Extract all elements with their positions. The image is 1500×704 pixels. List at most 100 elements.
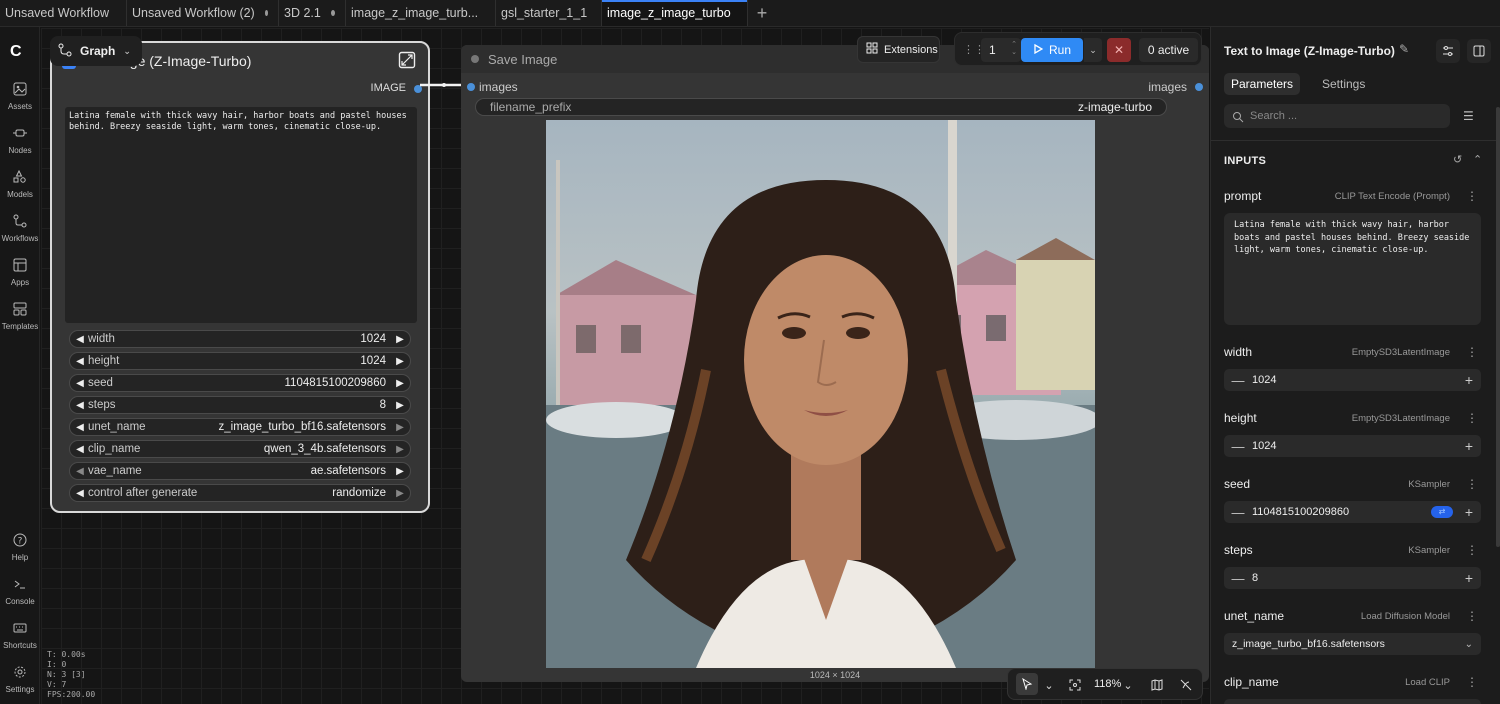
nav-models[interactable]: Models — [0, 168, 40, 199]
nav-console[interactable]: Console — [0, 575, 40, 606]
extensions-button[interactable]: Extensions — [857, 36, 940, 63]
stepper-value[interactable]: 1024 — [1252, 374, 1457, 386]
decrement-arrow-icon[interactable]: ◀ — [74, 422, 86, 433]
active-queue-button[interactable]: 0 active — [1139, 38, 1198, 62]
increment-arrow-icon[interactable]: ▶ — [394, 356, 406, 367]
more-options-icon[interactable]: ⋮ — [1466, 477, 1478, 491]
increment-arrow-icon[interactable]: ▶ — [394, 334, 406, 345]
nav-workflows[interactable]: Workflows — [0, 212, 40, 243]
tab-unsaved-workflow-2[interactable]: Unsaved Workflow (2) — [127, 0, 279, 26]
nav-templates[interactable]: Templates — [0, 300, 40, 331]
increment-arrow-icon[interactable]: ▶ — [394, 466, 406, 477]
nav-shortcuts[interactable]: Shortcuts — [0, 619, 40, 650]
more-options-icon[interactable]: ⋮ — [1466, 675, 1478, 689]
decrement-arrow-icon[interactable]: ◀ — [74, 378, 86, 389]
minus-icon[interactable]: — — [1224, 505, 1252, 520]
nav-assets[interactable]: Assets — [0, 80, 40, 111]
save-image-node[interactable]: Save Image images images filename_prefix… — [461, 45, 1209, 682]
width-widget[interactable]: ◀ width 1024 ▶ — [69, 330, 411, 348]
tab-image-z-image-turbo[interactable]: image_z_image_turbo — [602, 0, 748, 26]
more-options-icon[interactable]: ⋮ — [1466, 411, 1478, 425]
search-input[interactable]: Search ... — [1224, 104, 1450, 128]
sliders-icon[interactable] — [1436, 39, 1460, 63]
filename-prefix-widget[interactable]: filename_prefix z-image-turbo — [475, 98, 1167, 116]
increment-arrow-icon[interactable]: ▶ — [394, 422, 406, 433]
tab-gsl-starter[interactable]: gsl_starter_1_1 — [496, 0, 602, 26]
pencil-icon[interactable]: ✎ — [1399, 42, 1409, 56]
plus-icon[interactable]: + — [1457, 438, 1481, 454]
stepper-arrows-icon[interactable]: ⌃ ⌄ — [1011, 41, 1017, 57]
decrement-arrow-icon[interactable]: ◀ — [74, 466, 86, 477]
text-to-image-node[interactable]: age (Z-Image-Turbo) IMAGE Latina female … — [50, 41, 430, 513]
reset-icon[interactable]: ↺ — [1453, 153, 1462, 166]
stepper-value[interactable]: 1024 — [1252, 440, 1457, 452]
minus-icon[interactable]: — — [1224, 571, 1252, 586]
expand-icon[interactable] — [398, 51, 416, 69]
height-widget[interactable]: ◀ height 1024 ▶ — [69, 352, 411, 370]
shuffle-icon[interactable]: ⇄ — [1431, 506, 1453, 518]
run-options-dropdown[interactable]: ⌄ — [1084, 38, 1102, 62]
chevron-down-icon[interactable]: ⌄ — [1041, 677, 1057, 693]
stepper-value[interactable]: 1104815100209860 — [1252, 506, 1431, 518]
height-stepper[interactable]: — 1024 + — [1224, 435, 1481, 457]
clip-name-widget[interactable]: ◀ clip_name qwen_3_4b.safetensors ▶ — [69, 440, 411, 458]
more-options-icon[interactable]: ⋮ — [1466, 609, 1478, 623]
more-options-icon[interactable]: ⋮ — [1466, 189, 1478, 203]
panel-scrollbar[interactable] — [1496, 107, 1500, 547]
control-after-generate-widget[interactable]: ◀ control after generate randomize ▶ — [69, 484, 411, 502]
increment-arrow-icon[interactable]: ▶ — [394, 488, 406, 499]
more-options-icon[interactable]: ⋮ — [1466, 543, 1478, 557]
stepper-value[interactable]: 8 — [1252, 572, 1457, 584]
nav-nodes[interactable]: Nodes — [0, 124, 40, 155]
minus-icon[interactable]: — — [1224, 439, 1252, 454]
tab-settings[interactable]: Settings — [1315, 73, 1372, 95]
hide-links-icon[interactable] — [1178, 677, 1194, 693]
decrement-arrow-icon[interactable]: ◀ — [74, 356, 86, 367]
zoom-level[interactable]: 118% — [1094, 678, 1121, 690]
clip-name-select[interactable] — [1224, 699, 1481, 704]
decrement-arrow-icon[interactable]: ◀ — [74, 334, 86, 345]
comfy-logo[interactable]: C — [10, 43, 22, 61]
decrement-arrow-icon[interactable]: ◀ — [74, 488, 86, 499]
plus-icon[interactable]: + — [1457, 570, 1481, 586]
increment-arrow-icon[interactable]: ▶ — [394, 444, 406, 455]
tab-image-z-image-turb[interactable]: image_z_image_turb... — [346, 0, 496, 26]
graph-breadcrumb-button[interactable]: Graph ⌄ — [50, 36, 142, 66]
tab-parameters[interactable]: Parameters — [1224, 73, 1301, 95]
increment-arrow-icon[interactable]: ▶ — [394, 378, 406, 389]
minimap-icon[interactable] — [1149, 677, 1165, 693]
tab-unsaved-workflow[interactable]: Unsaved Workflow — [0, 0, 127, 26]
fit-view-icon[interactable] — [1067, 677, 1083, 693]
new-tab-button[interactable]: + — [748, 0, 776, 26]
minus-icon[interactable]: — — [1224, 373, 1252, 388]
nav-apps[interactable]: Apps — [0, 256, 40, 287]
nav-settings[interactable]: Settings — [0, 663, 40, 694]
more-options-icon[interactable]: ⋮ — [1466, 345, 1478, 359]
vae-name-widget[interactable]: ◀ vae_name ae.safetensors ▶ — [69, 462, 411, 480]
unet-name-widget[interactable]: ◀ unet_name z_image_turbo_bf16.safetenso… — [69, 418, 411, 436]
input-slot-dot[interactable] — [467, 83, 475, 91]
unet-name-select[interactable]: z_image_turbo_bf16.safetensors ⌄ — [1224, 633, 1481, 655]
chevron-up-icon[interactable]: ⌃ — [1473, 153, 1482, 166]
prompt-textarea[interactable]: Latina female with thick wavy hair, harb… — [65, 107, 417, 323]
panel-toggle-icon[interactable] — [1467, 39, 1491, 63]
run-button[interactable]: Run — [1021, 38, 1083, 62]
plus-icon[interactable]: + — [1457, 372, 1481, 388]
list-view-icon[interactable]: ☰ — [1463, 109, 1474, 123]
decrement-arrow-icon[interactable]: ◀ — [74, 400, 86, 411]
tab-3d[interactable]: 3D 2.1 — [279, 0, 346, 26]
plus-icon[interactable]: + — [1457, 504, 1481, 520]
decrement-arrow-icon[interactable]: ◀ — [74, 444, 86, 455]
steps-widget[interactable]: ◀ steps 8 ▶ — [69, 396, 411, 414]
select-tool-icon[interactable] — [1016, 673, 1038, 695]
output-image[interactable] — [546, 120, 1095, 668]
seed-widget[interactable]: ◀ seed 1104815100209860 ▶ — [69, 374, 411, 392]
queue-count-stepper[interactable]: 1 ⌃ ⌄ — [981, 38, 1021, 62]
graph-canvas[interactable]: age (Z-Image-Turbo) IMAGE Latina female … — [41, 28, 1209, 704]
collapse-dot-icon[interactable] — [471, 55, 479, 63]
chevron-down-icon[interactable]: ⌄ — [1120, 677, 1136, 693]
increment-arrow-icon[interactable]: ▶ — [394, 400, 406, 411]
seed-stepper[interactable]: — 1104815100209860 ⇄ + — [1224, 501, 1481, 523]
nav-help[interactable]: ? Help — [0, 531, 40, 562]
cancel-run-button[interactable]: ✕ — [1107, 38, 1131, 62]
